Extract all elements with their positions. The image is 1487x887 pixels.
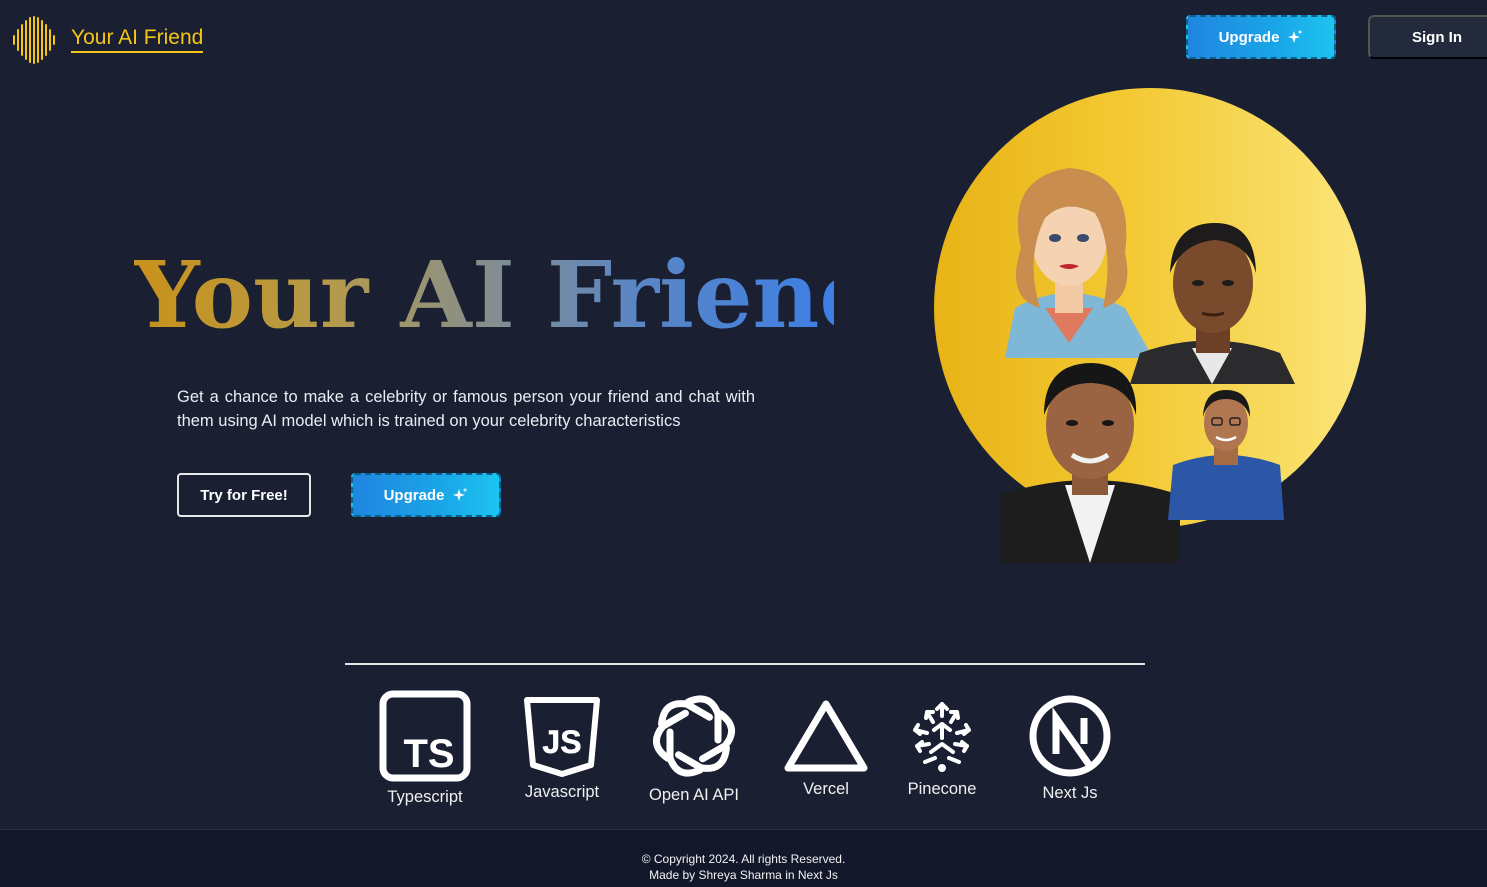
brand-link[interactable]: Your AI Friend (71, 26, 204, 53)
tech-stack-divider (345, 663, 1145, 665)
javascript-icon: JS (524, 697, 600, 777)
tech-item-pinecone: Pinecone (887, 700, 997, 799)
openai-icon (653, 695, 735, 777)
tech-item-typescript: TS Typescript (370, 690, 480, 807)
try-for-free-button[interactable]: Try for Free! (177, 473, 311, 517)
tech-item-openai: Open AI API (639, 692, 749, 805)
svg-text:TS: TS (403, 732, 454, 776)
celebrity-portrait-3 (1000, 355, 1180, 563)
upgrade-label: Upgrade (383, 486, 445, 504)
tech-item-nextjs: Next Js (1015, 694, 1125, 803)
sparkle-icon (1288, 29, 1303, 43)
tech-label: Vercel (803, 780, 849, 798)
tech-item-vercel: Vercel (771, 698, 881, 799)
sound-wave-icon[interactable] (12, 16, 58, 64)
svg-text:JS: JS (542, 724, 581, 760)
celebrity-portrait-1 (985, 158, 1153, 358)
tech-label: Pinecone (907, 780, 977, 798)
hero-description: Get a chance to make a celebrity or famo… (177, 388, 755, 430)
hero-upgrade-button[interactable]: Upgrade (351, 473, 501, 517)
nextjs-icon (1029, 695, 1111, 777)
typescript-icon: TS (379, 690, 471, 782)
pinecone-icon (913, 702, 971, 772)
tech-item-javascript: JS Javascript (507, 697, 617, 802)
header-upgrade-button[interactable]: Upgrade (1186, 15, 1336, 59)
vercel-icon (784, 700, 868, 772)
sparkle-icon (453, 487, 468, 501)
footer-copyright: © Copyright 2024. All rights Reserved. (641, 852, 846, 866)
tech-label: Next Js (1042, 784, 1098, 802)
footer: © Copyright 2024. All rights Reserved. M… (0, 829, 1487, 887)
tech-label: Javascript (524, 783, 600, 801)
tech-label: Typescript (387, 788, 463, 806)
landing-page: Your AI Friend Upgrade Sign In Your AI F… (0, 0, 1487, 887)
hero-title: Your AI Friend (134, 241, 884, 349)
footer-credit: Made by Shreya Sharma in Next Js (649, 868, 838, 882)
celebrity-portrait-4 (1168, 385, 1284, 520)
sign-in-button[interactable]: Sign In (1368, 15, 1487, 59)
upgrade-label: Upgrade (1218, 28, 1280, 46)
tech-label: Open AI API (649, 786, 739, 804)
